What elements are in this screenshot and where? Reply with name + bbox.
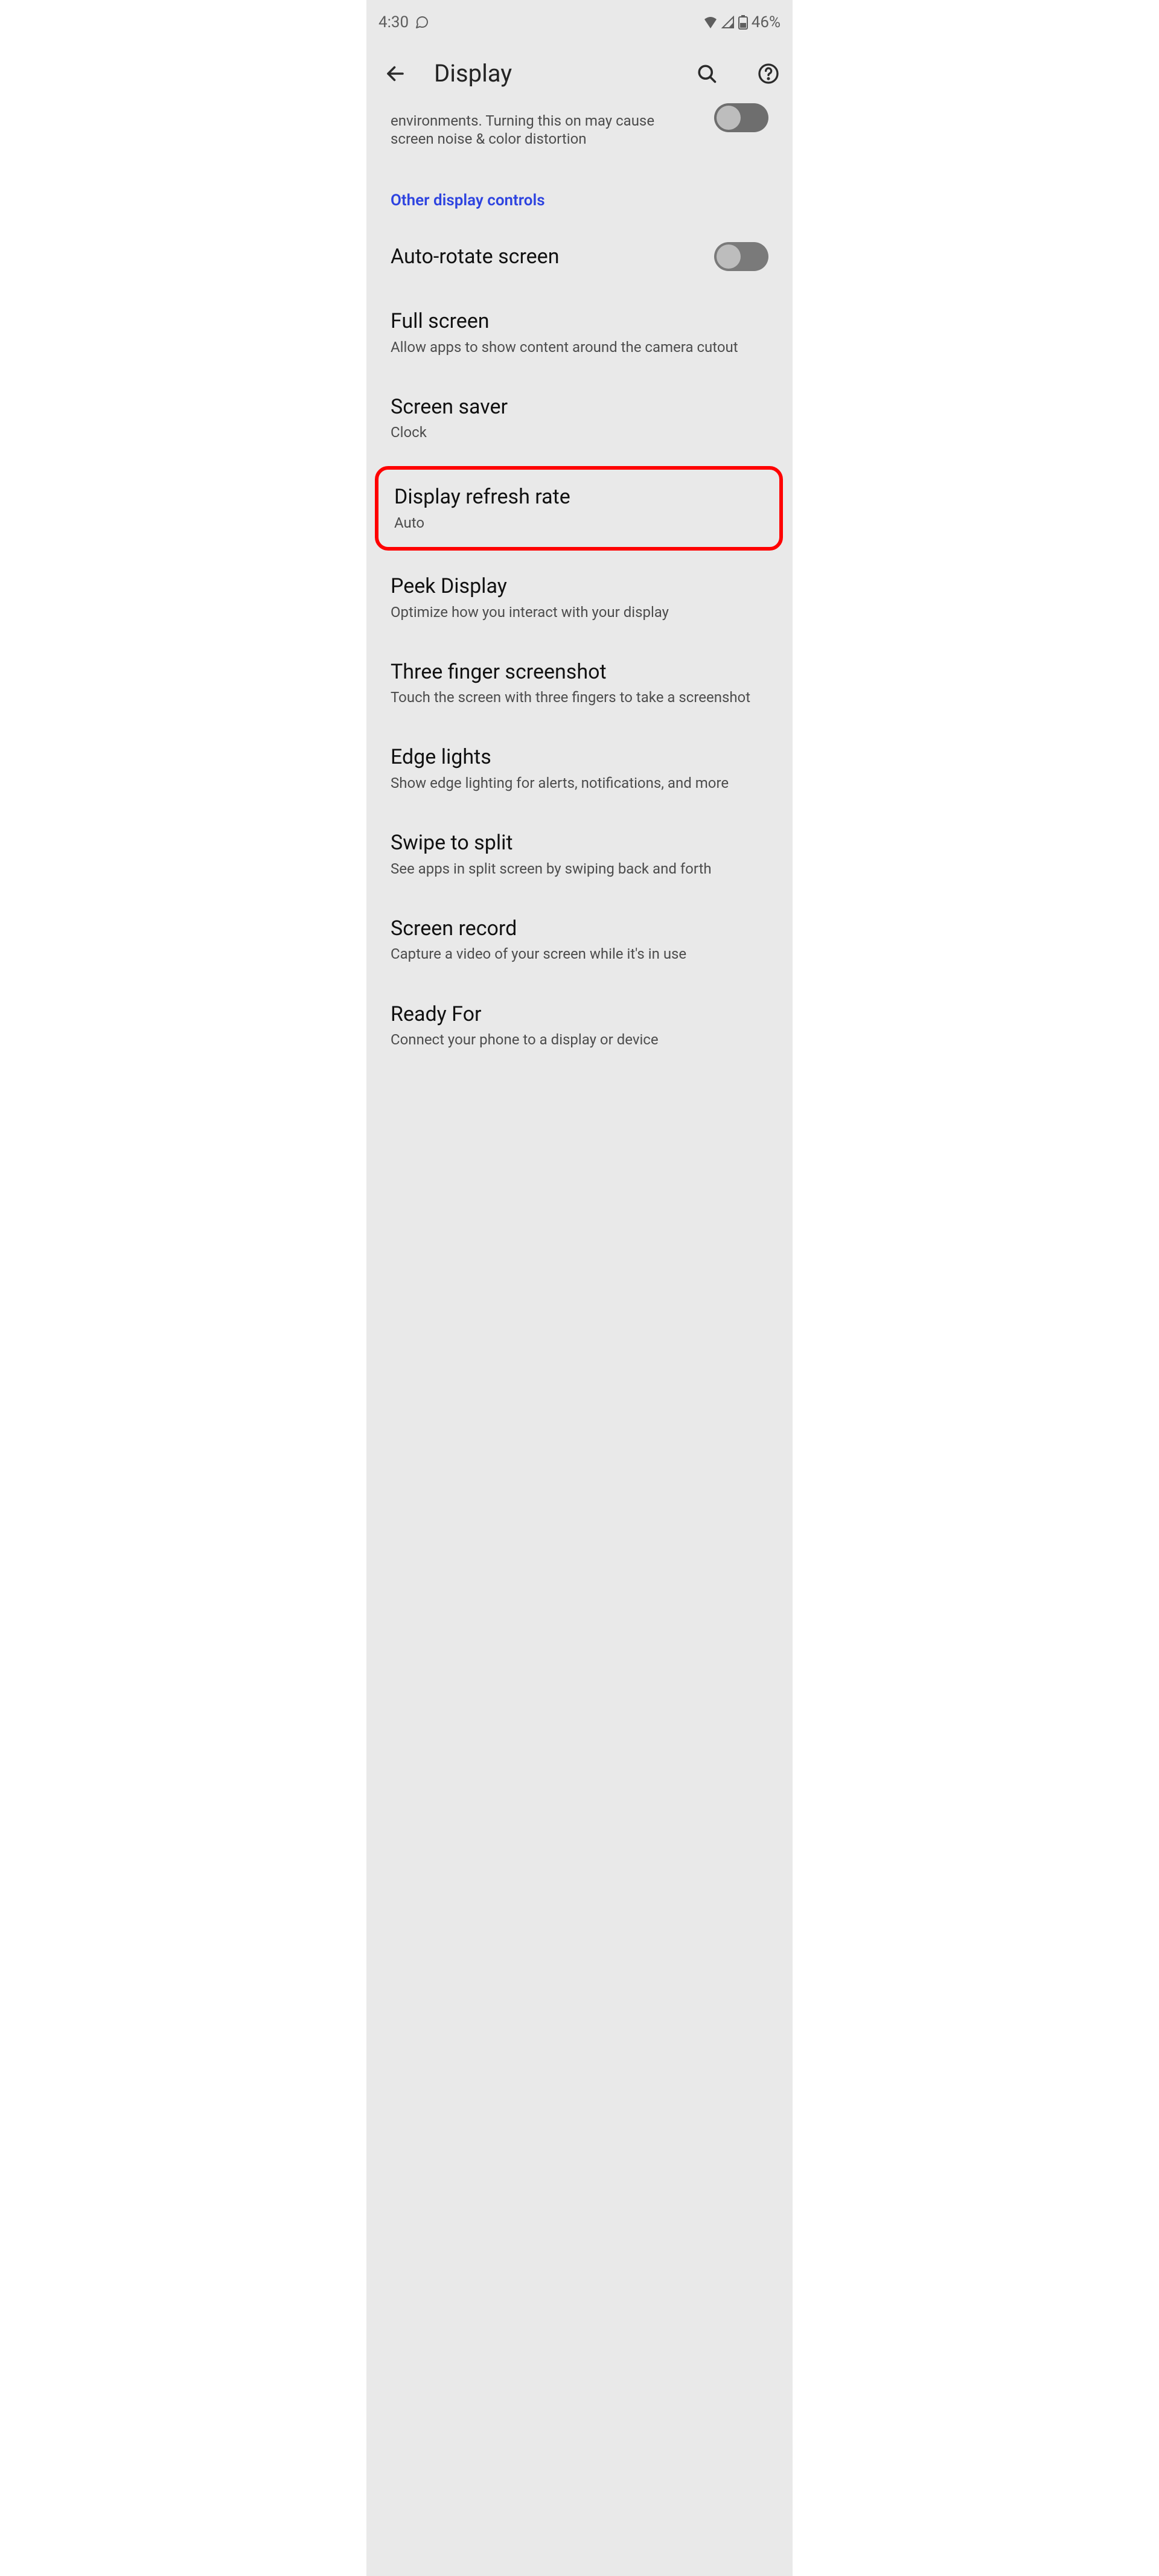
setting-subtitle: Capture a video of your screen while it'… <box>391 945 768 964</box>
setting-item-screen-saver[interactable]: Screen saver Clock <box>366 375 793 461</box>
setting-subtitle: Allow apps to show content around the ca… <box>391 338 768 357</box>
setting-item-ready-for[interactable]: Ready For Connect your phone to a displa… <box>366 982 793 1068</box>
setting-item-display-refresh-rate[interactable]: Display refresh rate Auto <box>375 466 783 551</box>
setting-subtitle: Connect your phone to a display or devic… <box>391 1031 768 1049</box>
setting-item-swipe-to-split[interactable]: Swipe to split See apps in split screen … <box>366 811 793 896</box>
signal-icon <box>721 16 735 29</box>
setting-title: Auto-rotate screen <box>391 244 702 270</box>
auto-rotate-switch[interactable] <box>714 242 768 271</box>
setting-item-peek-display[interactable]: Peek Display Optimize how you interact w… <box>366 554 793 640</box>
help-icon[interactable] <box>758 63 779 85</box>
status-time: 4:30 <box>378 13 409 31</box>
setting-subtitle: Clock <box>391 423 768 442</box>
extra-dim-item-partial[interactable]: environments. Turning this on may cause … <box>366 112 793 162</box>
setting-title: Three finger screenshot <box>391 659 768 685</box>
setting-subtitle: See apps in split screen by swiping back… <box>391 860 768 878</box>
setting-title: Screen saver <box>391 394 768 420</box>
setting-item-edge-lights[interactable]: Edge lights Show edge lighting for alert… <box>366 725 793 811</box>
page-title: Display <box>434 59 668 88</box>
setting-item-auto-rotate[interactable]: Auto-rotate screen <box>366 223 793 289</box>
status-bar-left: 4:30 <box>378 13 429 31</box>
setting-subtitle: Auto <box>394 514 764 532</box>
status-bar-right: 46% <box>703 13 781 31</box>
extra-dim-switch[interactable] <box>714 103 768 132</box>
switch-thumb <box>717 106 741 130</box>
battery-icon <box>738 15 748 30</box>
setting-title: Screen record <box>391 916 768 942</box>
setting-item-full-screen[interactable]: Full screen Allow apps to show content a… <box>366 289 793 375</box>
setting-title: Full screen <box>391 308 768 334</box>
section-header-other-display-controls: Other display controls <box>366 162 793 223</box>
setting-title: Ready For <box>391 1002 768 1028</box>
setting-title: Edge lights <box>391 744 768 770</box>
setting-subtitle: Optimize how you interact with your disp… <box>391 603 768 622</box>
battery-percentage: 46% <box>752 13 781 31</box>
setting-title: Peek Display <box>391 574 768 599</box>
app-bar: Display <box>366 42 793 112</box>
back-icon[interactable] <box>385 63 406 85</box>
wifi-icon <box>703 16 718 29</box>
setting-subtitle: Show edge lighting for alerts, notificat… <box>391 774 768 793</box>
whatsapp-icon <box>415 15 429 30</box>
extra-dim-subtitle-fragment: environments. Turning this on may cause … <box>391 112 700 148</box>
status-bar: 4:30 <box>366 0 793 42</box>
setting-item-three-finger-screenshot[interactable]: Three finger screenshot Touch the screen… <box>366 640 793 726</box>
setting-title: Swipe to split <box>391 830 768 856</box>
setting-item-screen-record[interactable]: Screen record Capture a video of your sc… <box>366 896 793 982</box>
setting-title: Display refresh rate <box>394 484 764 510</box>
display-settings-screen: 4:30 <box>366 0 793 2576</box>
switch-thumb <box>717 244 741 269</box>
setting-subtitle: Touch the screen with three fingers to t… <box>391 688 768 707</box>
search-icon[interactable] <box>696 63 718 85</box>
